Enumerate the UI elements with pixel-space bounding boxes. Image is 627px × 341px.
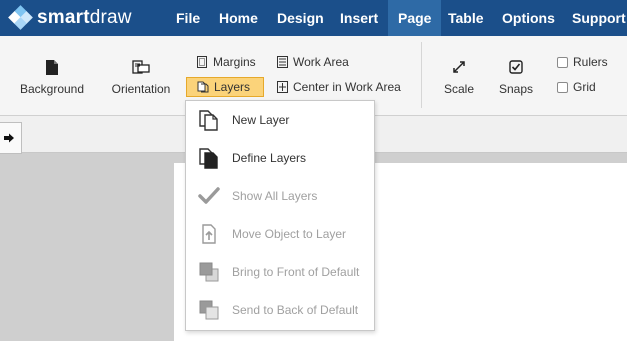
scale-icon <box>438 58 480 76</box>
menu-table[interactable]: Table <box>438 0 494 36</box>
menu-insert[interactable]: Insert <box>330 0 388 36</box>
menu-item-label: Send to Back of Default <box>232 303 359 317</box>
menu-item-send-to-back[interactable]: Send to Back of Default <box>186 291 374 329</box>
scale-label: Scale <box>443 82 475 96</box>
menu-item-define-layers[interactable]: Define Layers <box>186 139 374 177</box>
center-in-work-area-button[interactable]: Center in Work Area <box>276 77 401 97</box>
grid-checkbox[interactable]: Grid <box>557 77 596 97</box>
menu-design[interactable]: Design <box>267 0 334 36</box>
orientation-button[interactable]: Orientation <box>106 58 176 96</box>
orientation-icon <box>106 58 176 76</box>
menu-page[interactable]: Page <box>388 0 442 36</box>
document-tab-button[interactable] <box>0 122 22 154</box>
menu-item-label: New Layer <box>232 113 290 127</box>
menu-item-new-layer[interactable]: New Layer <box>186 101 374 139</box>
layers-label: Layers <box>214 80 251 94</box>
work-area-button[interactable]: Work Area <box>276 52 349 72</box>
layers-icon <box>197 81 209 93</box>
move-to-layer-icon <box>186 223 232 245</box>
layers-button[interactable]: Layers <box>186 77 264 97</box>
define-layers-icon <box>186 147 232 169</box>
scale-button[interactable]: Scale <box>438 58 480 96</box>
menu-home[interactable]: Home <box>209 0 268 36</box>
menu-item-label: Bring to Front of Default <box>232 265 360 279</box>
menu-file[interactable]: File <box>166 0 210 36</box>
center-in-work-area-label: Center in Work Area <box>293 80 401 94</box>
margins-icon <box>196 56 208 68</box>
layers-dropdown-menu: New Layer Define Layers Show All Layers … <box>185 100 375 331</box>
grid-checkbox-box[interactable] <box>557 81 568 93</box>
background-icon <box>18 58 86 76</box>
bring-front-icon <box>186 261 232 283</box>
menu-item-label: Move Object to Layer <box>232 227 347 241</box>
ribbon-separator <box>421 42 422 108</box>
rulers-checkbox[interactable]: Rulers <box>557 52 608 72</box>
orientation-label: Orientation <box>111 82 171 96</box>
arrow-right-icon <box>4 133 14 143</box>
rulers-label: Rulers <box>573 55 608 69</box>
checkmark-icon <box>186 185 232 207</box>
menu-options[interactable]: Options <box>492 0 565 36</box>
menu-item-label: Define Layers <box>232 151 307 165</box>
work-area-icon <box>276 56 288 68</box>
new-layer-icon <box>186 109 232 131</box>
menu-item-move-object-to-layer[interactable]: Move Object to Layer <box>186 215 374 253</box>
send-back-icon <box>186 299 232 321</box>
margins-label: Margins <box>213 55 256 69</box>
center-icon <box>276 81 288 93</box>
margins-button[interactable]: Margins <box>196 52 256 72</box>
work-area-label: Work Area <box>293 55 349 69</box>
top-menubar: smartdraw File Home Design Insert Page T… <box>0 0 627 36</box>
rulers-checkbox-box[interactable] <box>557 56 568 68</box>
logo-text: smartdraw <box>37 7 132 28</box>
smartdraw-logo-icon <box>8 5 33 30</box>
grid-label: Grid <box>573 80 596 94</box>
menu-item-bring-to-front[interactable]: Bring to Front of Default <box>186 253 374 291</box>
background-label: Background <box>19 82 85 96</box>
snaps-icon <box>494 58 538 76</box>
snaps-button[interactable]: Snaps <box>494 58 538 96</box>
snaps-label: Snaps <box>498 82 534 96</box>
menu-item-show-all-layers[interactable]: Show All Layers <box>186 177 374 215</box>
menu-item-label: Show All Layers <box>232 189 318 203</box>
app-logo[interactable]: smartdraw <box>8 5 132 30</box>
menu-support[interactable]: Support <box>562 0 627 36</box>
background-button[interactable]: Background <box>18 58 86 96</box>
